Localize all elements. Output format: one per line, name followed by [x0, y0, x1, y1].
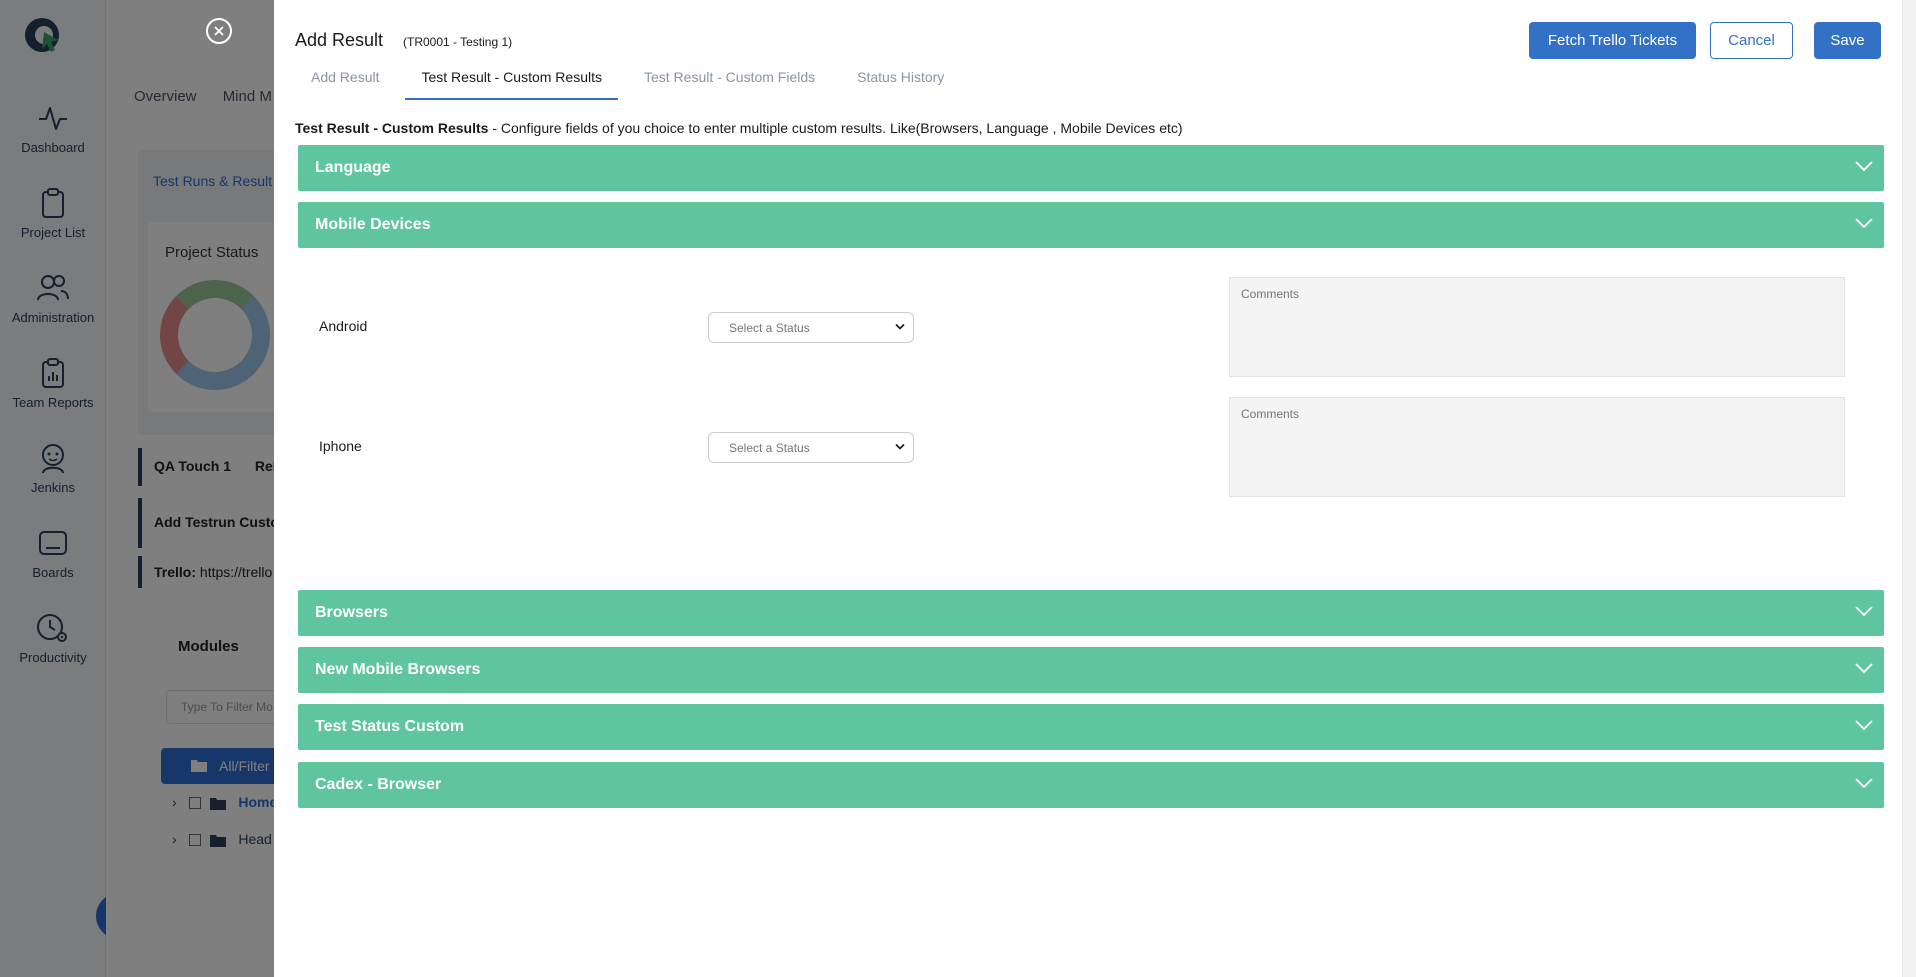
- status-select-value: Select a Status: [729, 321, 810, 335]
- modal-title: Add Result: [295, 30, 384, 50]
- accordion-test-status-custom[interactable]: Test Status Custom: [298, 704, 1884, 750]
- modal-scrollbar[interactable]: [1902, 0, 1916, 977]
- device-label-android: Android: [319, 318, 368, 334]
- chevron-down-icon: [895, 323, 905, 330]
- tab-add-result[interactable]: Add Result: [295, 62, 395, 100]
- chevron-down-icon: [1855, 778, 1873, 789]
- tab-custom-results[interactable]: Test Result - Custom Results: [405, 62, 618, 100]
- chevron-down-icon: [1855, 161, 1873, 172]
- accordion-mobile-devices[interactable]: Mobile Devices: [298, 202, 1884, 248]
- modal-tabs: Add Result Test Result - Custom Results …: [295, 62, 970, 100]
- description-title: Test Result - Custom Results: [295, 120, 489, 136]
- status-select-value: Select a Status: [729, 441, 810, 455]
- chevron-down-icon: [1855, 218, 1873, 229]
- device-label-iphone: Iphone: [319, 438, 362, 454]
- accordion-cadex-browser[interactable]: Cadex - Browser: [298, 762, 1884, 808]
- accordion-label: Cadex - Browser: [315, 776, 442, 793]
- tab-status-history[interactable]: Status History: [841, 62, 960, 100]
- save-button[interactable]: Save: [1814, 22, 1881, 59]
- accordion-browsers[interactable]: Browsers: [298, 590, 1884, 636]
- accordion-label: Mobile Devices: [315, 216, 431, 233]
- close-modal-button[interactable]: [206, 18, 232, 44]
- status-select-iphone[interactable]: Select a Status: [708, 432, 914, 463]
- tab-custom-fields[interactable]: Test Result - Custom Fields: [628, 62, 831, 100]
- chevron-down-icon: [895, 443, 905, 450]
- accordion-label: Language: [315, 159, 391, 176]
- modal-subtitle: (TR0001 - Testing 1): [403, 35, 513, 49]
- accordion-new-mobile-browsers[interactable]: New Mobile Browsers: [298, 647, 1884, 693]
- cancel-button[interactable]: Cancel: [1710, 22, 1793, 59]
- chevron-down-icon: [1855, 720, 1873, 731]
- section-description: Test Result - Custom Results - Configure…: [295, 120, 1183, 136]
- comments-field-iphone[interactable]: [1229, 397, 1845, 497]
- close-icon: [214, 26, 224, 36]
- status-select-android[interactable]: Select a Status: [708, 312, 914, 343]
- fetch-trello-tickets-button[interactable]: Fetch Trello Tickets: [1529, 22, 1696, 59]
- chevron-down-icon: [1855, 663, 1873, 674]
- accordion-label: New Mobile Browsers: [315, 661, 481, 678]
- accordion-language[interactable]: Language: [298, 145, 1884, 191]
- chevron-down-icon: [1855, 606, 1873, 617]
- comments-field-android[interactable]: [1229, 277, 1845, 377]
- accordion-label: Test Status Custom: [315, 718, 465, 735]
- accordion-label: Browsers: [315, 604, 388, 621]
- add-result-modal: Add Result (TR0001 - Testing 1) Fetch Tr…: [274, 0, 1916, 977]
- description-text: - Configure fields of you choice to ente…: [488, 120, 1183, 136]
